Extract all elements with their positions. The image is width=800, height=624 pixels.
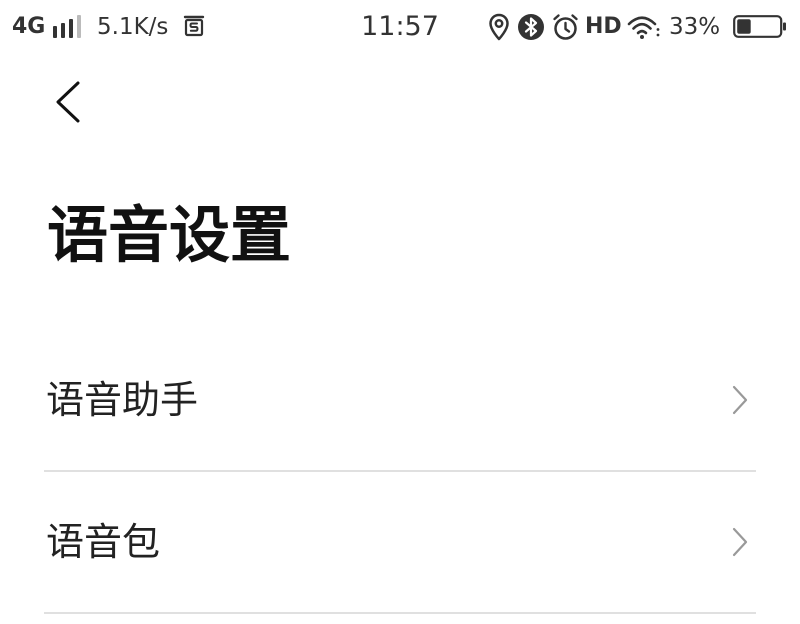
chevron-right-icon xyxy=(732,527,748,557)
signal-bar xyxy=(77,15,81,38)
settings-item-label: 语音助手 xyxy=(46,378,199,422)
signal-bar xyxy=(53,26,57,38)
location-pin-icon xyxy=(488,13,510,41)
signal-bar xyxy=(61,23,65,38)
battery-fill xyxy=(737,19,751,34)
hd-indicator: HD xyxy=(585,14,622,39)
settings-item-label: 语音包 xyxy=(46,520,161,564)
signal-bars-icon xyxy=(51,14,83,38)
status-time: 11:57 xyxy=(361,11,439,42)
settings-item-voice-pack[interactable]: 语音包 xyxy=(44,472,756,614)
chevron-right-icon xyxy=(732,385,748,415)
battery-percent: 33% xyxy=(669,14,721,40)
back-button[interactable] xyxy=(44,74,92,130)
status-bar: 4G 5.1K/s 11:57 HD 33% xyxy=(0,0,800,56)
settings-screen: 4G 5.1K/s 11:57 HD 33% 语音设置 语音助手 语音包 xyxy=(0,0,800,624)
signal-bar xyxy=(69,19,73,38)
network-type: 4G xyxy=(12,14,46,39)
alarm-clock-icon xyxy=(552,13,579,41)
network-speed: 5.1K/s xyxy=(97,14,169,40)
chevron-left-icon xyxy=(54,80,82,124)
page-title: 语音设置 xyxy=(47,200,292,271)
battery-icon xyxy=(733,15,787,38)
settings-item-voice-assistant[interactable]: 语音助手 xyxy=(44,330,756,472)
wifi-icon xyxy=(627,14,661,40)
bluetooth-icon xyxy=(517,13,545,41)
app-notification-icon xyxy=(182,14,206,38)
settings-list: 语音助手 语音包 xyxy=(44,330,756,614)
